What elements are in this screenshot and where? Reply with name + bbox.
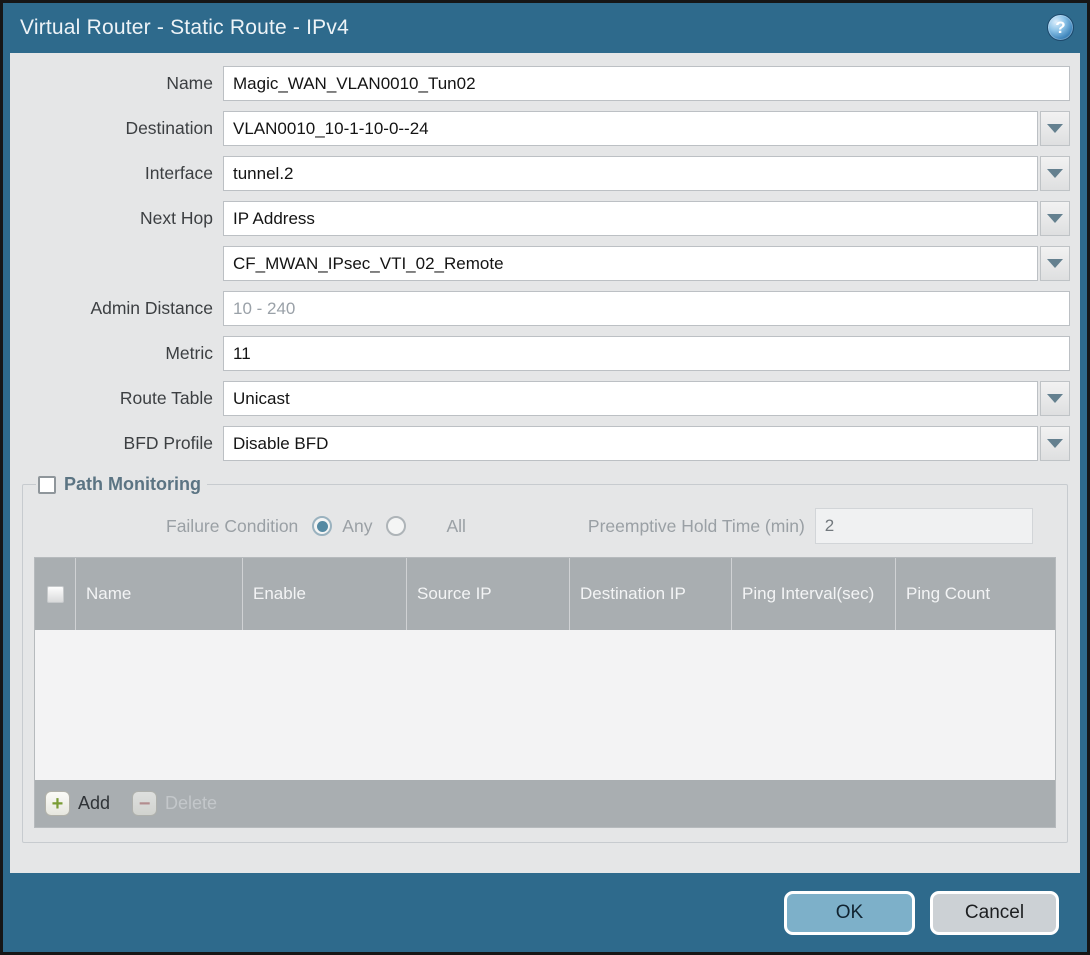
cancel-button[interactable]: Cancel [930,891,1059,935]
add-button-label: Add [78,793,110,814]
destination-field-wrap [223,111,1070,146]
table-toolbar: + Add − Delete [35,780,1055,827]
destination-input[interactable] [223,111,1038,146]
route-table-dropdown-button[interactable] [1040,381,1070,416]
static-route-dialog: Virtual Router - Static Route - IPv4 ? N… [0,0,1090,955]
delete-button[interactable]: − Delete [132,791,217,816]
failure-condition-label: Failure Condition [166,516,298,537]
name-field-wrap [223,66,1070,101]
next-hop-label: Next Hop [20,208,213,229]
interface-label: Interface [20,163,213,184]
chevron-down-icon [1047,259,1063,268]
preemptive-hold-time-input[interactable] [815,508,1033,544]
path-monitoring-section: Path Monitoring Failure Condition Any Al… [22,474,1068,843]
preemptive-hold-time-label: Preemptive Hold Time (min) [588,516,805,537]
admin-distance-field-wrap [223,291,1070,326]
dialog-titlebar: Virtual Router - Static Route - IPv4 ? [3,3,1087,53]
failure-condition-all-radio[interactable] [386,516,406,536]
path-monitoring-checkbox[interactable] [38,476,56,494]
select-all-checkbox[interactable] [47,586,64,603]
column-header-name: Name [75,558,242,630]
delete-button-label: Delete [165,793,217,814]
chevron-down-icon [1047,394,1063,403]
metric-input[interactable] [223,336,1070,371]
bfd-profile-label: BFD Profile [20,433,213,454]
help-icon-glyph: ? [1055,18,1065,38]
table-body-empty [35,630,1055,780]
failure-condition-any-label: Any [342,516,372,537]
table-header-row: Name Enable Source IP Destination IP Pin… [35,558,1055,630]
chevron-down-icon [1047,169,1063,178]
column-header-enable: Enable [242,558,406,630]
metric-label: Metric [20,343,213,364]
next-hop-type-input[interactable] [223,201,1038,236]
path-monitoring-table: Name Enable Source IP Destination IP Pin… [34,557,1056,828]
chevron-down-icon [1047,439,1063,448]
column-header-source-ip: Source IP [406,558,569,630]
column-header-destination-ip: Destination IP [569,558,731,630]
name-label: Name [20,73,213,94]
next-hop-type-dropdown-button[interactable] [1040,201,1070,236]
metric-field-wrap [223,336,1070,371]
dialog-title: Virtual Router - Static Route - IPv4 [20,16,349,40]
chevron-down-icon [1047,124,1063,133]
bfd-profile-dropdown-button[interactable] [1040,426,1070,461]
route-table-input[interactable] [223,381,1038,416]
admin-distance-label: Admin Distance [20,298,213,319]
dialog-content: Name Destination Interface Next Hop [10,53,1080,873]
bfd-profile-input[interactable] [223,426,1038,461]
select-all-cell [35,558,75,630]
destination-dropdown-button[interactable] [1040,111,1070,146]
help-icon[interactable]: ? [1047,14,1074,41]
name-input[interactable] [223,66,1070,101]
interface-input[interactable] [223,156,1038,191]
interface-field-wrap [223,156,1070,191]
admin-distance-input[interactable] [223,291,1070,326]
next-hop-address-input[interactable] [223,246,1038,281]
path-monitoring-title: Path Monitoring [64,474,201,495]
bfd-profile-field-wrap [223,426,1070,461]
delete-icon: − [132,791,157,816]
path-monitoring-legend: Path Monitoring [36,474,207,495]
chevron-down-icon [1047,214,1063,223]
next-hop-field-wrap [223,201,1070,236]
failure-condition-row: Failure Condition Any All Preemptive Hol… [34,507,1056,545]
dialog-footer: OK Cancel [3,873,1087,952]
failure-condition-any-radio[interactable] [312,516,332,536]
destination-label: Destination [20,118,213,139]
column-header-ping-interval: Ping Interval(sec) [731,558,895,630]
route-table-label: Route Table [20,388,213,409]
radio-dot [317,521,328,532]
interface-dropdown-button[interactable] [1040,156,1070,191]
static-route-form: Name Destination Interface Next Hop [20,66,1070,461]
column-header-ping-count: Ping Count [895,558,1055,630]
failure-condition-all-label: All [446,516,465,537]
next-hop-address-field-wrap [223,246,1070,281]
ok-button[interactable]: OK [784,891,915,935]
add-button[interactable]: + Add [45,791,110,816]
route-table-field-wrap [223,381,1070,416]
next-hop-address-dropdown-button[interactable] [1040,246,1070,281]
add-icon: + [45,791,70,816]
